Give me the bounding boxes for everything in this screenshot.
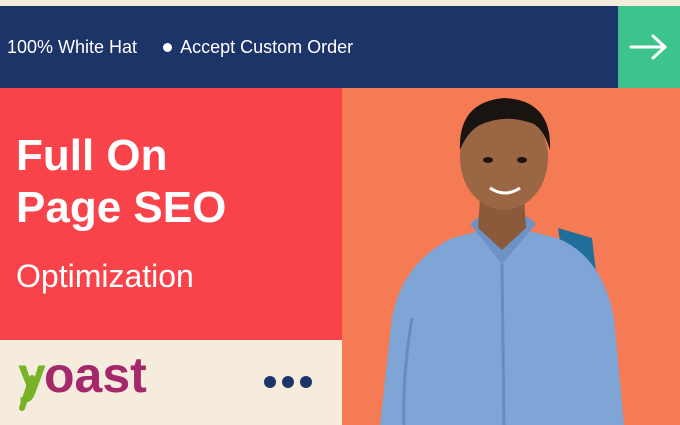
bullet-icon (163, 42, 173, 52)
svg-text:oast: oast (44, 348, 147, 403)
feature-custom-order: Accept Custom Order (180, 36, 354, 57)
feature-white-hat: 100% White Hat (7, 36, 138, 57)
headline-line-1: Full On (16, 131, 168, 180)
next-arrow-button[interactable] (618, 6, 680, 88)
arrow-right-icon (629, 34, 667, 60)
feature-banner: 100% White Hat Accept Custom Order (0, 6, 618, 88)
logo-panel: y oast (0, 340, 342, 425)
person-photo (342, 88, 680, 425)
yoast-logo: y oast (18, 347, 168, 417)
headline-panel: Full On Page SEO Optimization (0, 88, 342, 340)
headline-line-2: Page SEO (16, 183, 227, 232)
more-dots-icon[interactable] (264, 376, 318, 388)
headline-subtitle: Optimization (16, 258, 194, 294)
